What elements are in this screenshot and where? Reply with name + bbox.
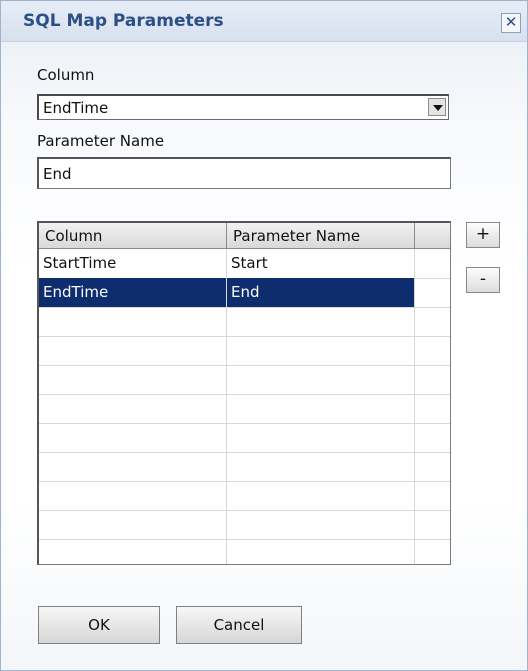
parameter-name-cell[interactable] [227,452,415,481]
parameter-name-label: Parameter Name [37,132,165,150]
cancel-button[interactable]: Cancel [176,606,302,644]
column-cell[interactable] [39,336,227,365]
empty-table-row[interactable] [39,394,450,424]
spacer-cell [415,307,450,336]
spacer-cell [415,423,450,452]
empty-table-row[interactable] [39,423,450,453]
parameter-name-cell[interactable] [227,336,415,365]
column-header[interactable]: Column [39,223,227,248]
spacer-cell [415,278,450,307]
spacer-cell [415,510,450,539]
remove-row-button[interactable]: - [466,267,500,293]
parameter-name-input[interactable] [37,157,451,189]
column-select-value: EndTime [43,99,109,117]
spacer-cell [415,452,450,481]
column-cell[interactable]: EndTime [39,278,227,307]
add-row-button[interactable]: + [466,222,500,248]
empty-table-row[interactable] [39,510,450,540]
spacer-cell [415,365,450,394]
grid-header: Column Parameter Name [39,223,450,249]
parameter-grid: Column Parameter Name StartTime Start EndT… [37,221,451,565]
column-cell[interactable] [39,307,227,336]
column-cell[interactable] [39,423,227,452]
spacer-cell [415,336,450,365]
column-cell[interactable] [39,452,227,481]
column-label: Column [37,66,95,84]
sql-map-parameters-dialog: SQL Map Parameters ✕ Column EndTime Para… [0,0,528,671]
column-cell[interactable] [39,365,227,394]
spacer-cell [415,394,450,423]
table-row[interactable]: StartTime Start [39,249,450,279]
empty-table-row[interactable] [39,307,450,337]
dialog-title: SQL Map Parameters [23,11,224,31]
parameter-name-cell[interactable]: Start [227,249,415,278]
close-button[interactable]: ✕ [501,13,521,33]
close-icon: ✕ [504,13,518,31]
parameter-name-header[interactable]: Parameter Name [227,223,415,248]
empty-table-row[interactable] [39,336,450,366]
parameter-name-cell[interactable] [227,539,415,564]
parameter-name-cell[interactable] [227,481,415,510]
parameter-name-cell[interactable] [227,394,415,423]
parameter-name-cell[interactable] [227,423,415,452]
empty-table-row[interactable] [39,481,450,511]
parameter-name-cell[interactable]: End [227,278,415,307]
spacer-cell [415,249,450,278]
column-cell[interactable] [39,481,227,510]
column-cell[interactable] [39,394,227,423]
column-cell[interactable]: StartTime [39,249,227,278]
column-select[interactable]: EndTime [37,94,449,120]
spacer-cell [415,539,450,564]
empty-table-row[interactable] [39,452,450,482]
column-cell[interactable] [39,510,227,539]
empty-table-row[interactable] [39,365,450,395]
grid-header-spacer [415,223,450,248]
column-cell[interactable] [39,539,227,564]
title-bar: SQL Map Parameters ✕ [1,1,527,42]
ok-button[interactable]: OK [38,606,160,644]
chevron-down-icon[interactable] [428,98,446,116]
parameter-name-cell[interactable] [227,510,415,539]
table-row[interactable]: EndTime End [39,278,450,308]
spacer-cell [415,481,450,510]
parameter-name-cell[interactable] [227,307,415,336]
empty-table-row[interactable] [39,539,450,564]
parameter-name-cell[interactable] [227,365,415,394]
